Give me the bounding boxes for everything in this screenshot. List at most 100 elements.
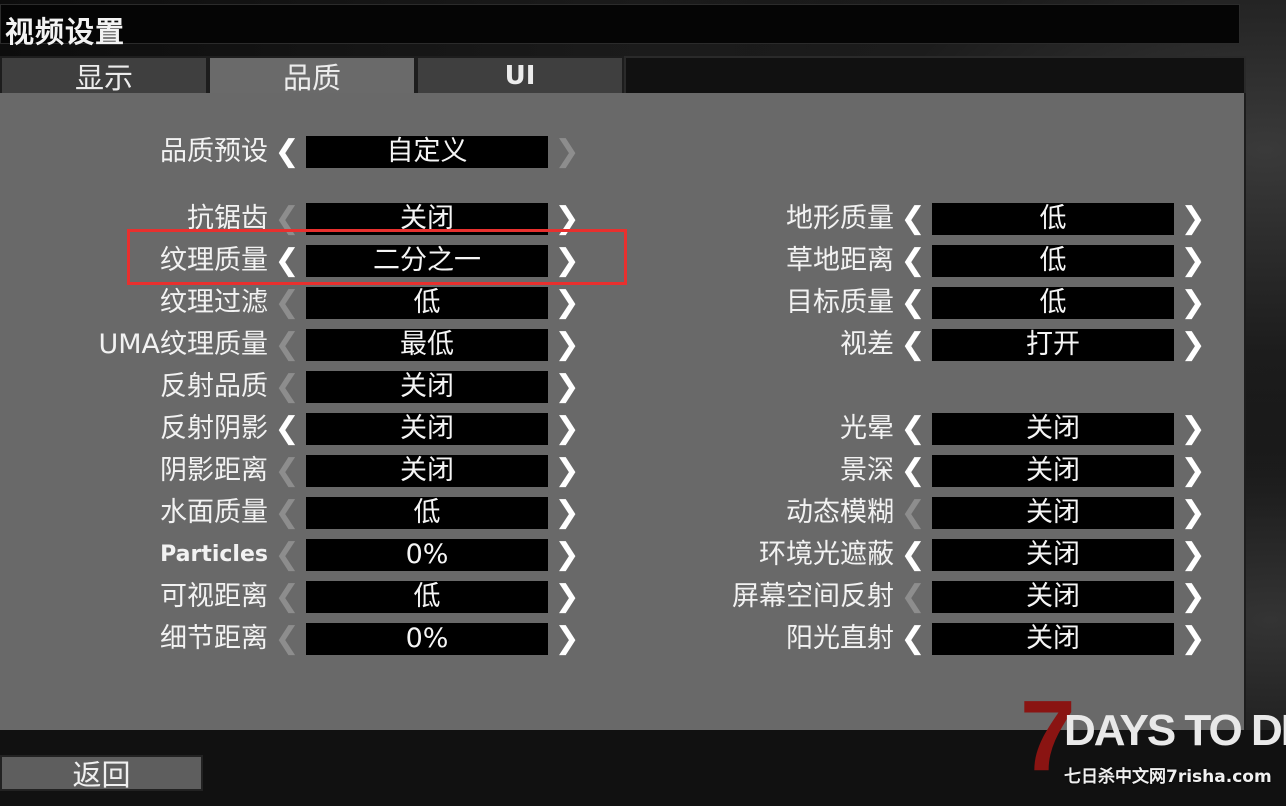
setting-row: 目标质量 ❮ 低 ❯ [626, 286, 1266, 320]
game-logo: 7 DAYS TO DIE 七日杀中文网7risha.com [1020, 686, 1286, 796]
setting-value: 最低 [306, 329, 548, 361]
chevron-right-icon[interactable]: ❯ [1180, 540, 1205, 570]
setting-value: 关闭 [932, 581, 1174, 613]
setting-value: 自定义 [306, 136, 548, 168]
chevron-left-icon[interactable]: ❮ [900, 414, 925, 444]
setting-label: 可视距离 [160, 581, 268, 612]
setting-label: 细节距离 [160, 623, 268, 654]
tab-display[interactable]: 显示 [0, 56, 208, 95]
tab-quality[interactable]: 品质 [208, 56, 416, 95]
highlight-box [127, 229, 627, 285]
chevron-left-icon[interactable]: ❮ [900, 330, 925, 360]
chevron-left-icon[interactable]: ❮ [274, 330, 299, 360]
setting-label: Particles [160, 542, 268, 567]
setting-row: 地形质量 ❮ 低 ❯ [626, 202, 1266, 236]
watermark: 七日杀中文网7risha.com [1064, 767, 1272, 787]
setting-label: 反射品质 [160, 371, 268, 402]
setting-label: 地形质量 [786, 203, 894, 234]
setting-row: 动态模糊 ❮ 关闭 ❯ [626, 496, 1266, 530]
setting-label: 阴影距离 [160, 455, 268, 486]
setting-value: 关闭 [932, 623, 1174, 655]
setting-label: 品质预设 [160, 136, 268, 167]
chevron-left-icon[interactable]: ❮ [274, 498, 299, 528]
setting-value: 打开 [932, 329, 1174, 361]
setting-value: 低 [306, 497, 548, 529]
setting-value: 低 [932, 287, 1174, 319]
chevron-right-icon[interactable]: ❯ [554, 414, 579, 444]
chevron-left-icon[interactable]: ❮ [900, 624, 925, 654]
chevron-left-icon[interactable]: ❮ [900, 204, 925, 234]
setting-row: 阳光直射 ❮ 关闭 ❯ [626, 622, 1266, 656]
setting-value: 低 [932, 203, 1174, 235]
chevron-left-icon[interactable]: ❮ [274, 288, 299, 318]
chevron-right-icon[interactable]: ❯ [554, 540, 579, 570]
setting-value: 关闭 [306, 413, 548, 445]
setting-label: 环境光遮蔽 [759, 539, 894, 570]
chevron-left-icon[interactable]: ❮ [274, 414, 299, 444]
setting-label: 目标质量 [786, 287, 894, 318]
chevron-left-icon[interactable]: ❮ [274, 456, 299, 486]
chevron-right-icon[interactable]: ❯ [554, 372, 579, 402]
chevron-right-icon[interactable]: ❯ [554, 288, 579, 318]
setting-value: 0% [306, 539, 548, 571]
setting-value: 关闭 [932, 455, 1174, 487]
setting-value: 低 [306, 287, 548, 319]
chevron-left-icon[interactable]: ❮ [900, 498, 925, 528]
setting-value: 关闭 [932, 497, 1174, 529]
chevron-left-icon[interactable]: ❮ [274, 582, 299, 612]
setting-row: 细节距离 ❮ 0% ❯ [0, 622, 640, 656]
chevron-right-icon[interactable]: ❯ [554, 137, 579, 167]
setting-row: 可视距离 ❮ 低 ❯ [0, 580, 640, 614]
setting-row: 纹理过滤 ❮ 低 ❯ [0, 286, 640, 320]
setting-value: 0% [306, 623, 548, 655]
setting-value: 关闭 [932, 539, 1174, 571]
chevron-left-icon[interactable]: ❮ [274, 372, 299, 402]
chevron-left-icon[interactable]: ❮ [900, 540, 925, 570]
chevron-right-icon[interactable]: ❯ [1180, 498, 1205, 528]
tab-bar: 显示 品质 UI [0, 56, 1246, 95]
setting-label: UMA纹理质量 [98, 329, 268, 360]
chevron-right-icon[interactable]: ❯ [1180, 456, 1205, 486]
setting-row: 光晕 ❮ 关闭 ❯ [626, 412, 1266, 446]
setting-label: 纹理过滤 [160, 287, 268, 318]
setting-label: 草地距离 [786, 245, 894, 276]
setting-label: 视差 [840, 329, 894, 360]
chevron-right-icon[interactable]: ❯ [1180, 330, 1205, 360]
chevron-right-icon[interactable]: ❯ [1180, 582, 1205, 612]
window-title: 视频设置 [5, 15, 126, 49]
chevron-right-icon[interactable]: ❯ [554, 456, 579, 486]
tab-ui[interactable]: UI [416, 56, 624, 94]
setting-row: 阴影距离 ❮ 关闭 ❯ [0, 454, 640, 488]
chevron-right-icon[interactable]: ❯ [554, 624, 579, 654]
setting-row: Particles ❮ 0% ❯ [0, 538, 640, 572]
chevron-right-icon[interactable]: ❯ [1180, 288, 1205, 318]
chevron-left-icon[interactable]: ❮ [900, 246, 925, 276]
setting-row: 草地距离 ❮ 低 ❯ [626, 244, 1266, 278]
settings-panel: 品质预设 ❮ 自定义 ❯ 抗锯齿 ❮ 关闭 ❯ 纹理质量 ❮ 二分之一 ❯ 纹理过滤 ❮ 低 ❯ UMA… [0, 93, 1246, 730]
setting-label: 阳光直射 [786, 623, 894, 654]
chevron-right-icon[interactable]: ❯ [1180, 246, 1205, 276]
chevron-left-icon[interactable]: ❮ [274, 624, 299, 654]
chevron-left-icon[interactable]: ❮ [274, 540, 299, 570]
chevron-left-icon[interactable]: ❮ [900, 582, 925, 612]
chevron-right-icon[interactable]: ❯ [1180, 624, 1205, 654]
chevron-left-icon[interactable]: ❮ [900, 288, 925, 318]
chevron-left-icon[interactable]: ❮ [274, 137, 299, 167]
setting-label: 屏幕空间反射 [732, 581, 894, 612]
chevron-right-icon[interactable]: ❯ [1180, 414, 1205, 444]
setting-value: 关闭 [932, 413, 1174, 445]
chevron-left-icon[interactable]: ❮ [900, 456, 925, 486]
setting-row: UMA纹理质量 ❮ 最低 ❯ [0, 328, 640, 362]
setting-label: 反射阴影 [160, 413, 268, 444]
title-bar: 视频设置 [0, 4, 1240, 49]
tab-bar-filler [624, 56, 1246, 94]
setting-value: 关闭 [306, 455, 548, 487]
chevron-right-icon[interactable]: ❯ [554, 582, 579, 612]
setting-label: 景深 [840, 455, 894, 486]
chevron-right-icon[interactable]: ❯ [554, 498, 579, 528]
chevron-right-icon[interactable]: ❯ [1180, 204, 1205, 234]
chevron-right-icon[interactable]: ❯ [554, 330, 579, 360]
logo-text: DAYS TO DIE [1064, 706, 1286, 755]
back-button[interactable]: 返回 [0, 755, 203, 792]
setting-label: 动态模糊 [786, 497, 894, 528]
